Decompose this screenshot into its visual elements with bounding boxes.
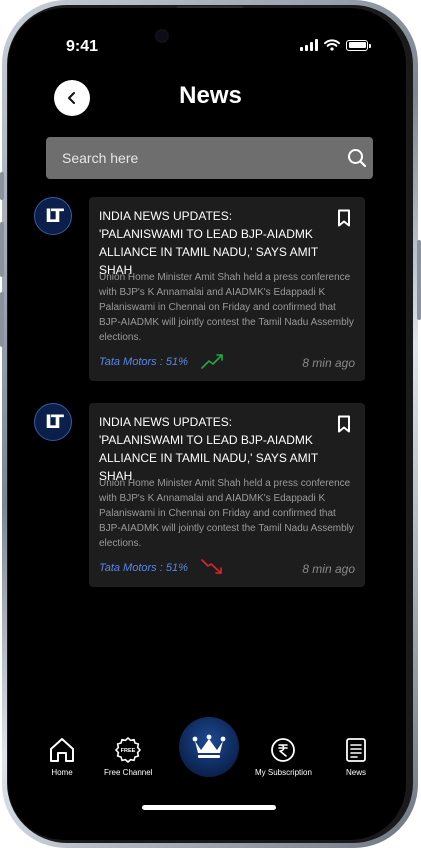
news-title[interactable]: INDIA NEWS UPDATES: 'PALANISWAMI TO LEAD… xyxy=(99,413,319,485)
trend-down-icon xyxy=(201,559,222,574)
front-camera xyxy=(157,31,167,41)
bookmark-icon[interactable] xyxy=(337,209,351,227)
nav-my-subscription-label: My Subscription xyxy=(255,768,312,777)
news-summary: Union Home Minister Amit Shah held a pre… xyxy=(99,478,354,549)
search-bar[interactable]: Search here xyxy=(46,137,373,179)
bookmark-icon[interactable] xyxy=(337,415,351,433)
home-indicator[interactable] xyxy=(142,805,276,810)
volume-down-button xyxy=(0,292,4,347)
nav-free-channel[interactable]: FREE Free Channel xyxy=(104,736,152,777)
stock-ticker[interactable]: Tata Motors : 51% xyxy=(99,356,188,368)
timestamp: 8 min ago xyxy=(302,562,355,576)
lt-logo-icon: LT xyxy=(45,411,64,433)
nav-news[interactable]: News xyxy=(345,736,367,777)
nav-home[interactable]: Home xyxy=(47,736,77,777)
page-title: News xyxy=(179,82,242,109)
nav-my-subscription[interactable]: My Subscription xyxy=(255,736,312,777)
nav-home-label: Home xyxy=(51,768,73,777)
search-input[interactable]: Search here xyxy=(62,150,138,166)
power-button xyxy=(417,240,421,320)
search-icon[interactable] xyxy=(347,148,367,168)
signal-icon xyxy=(300,39,318,51)
status-icons xyxy=(300,39,371,51)
news-summary: Union Home Minister Amit Shah held a pre… xyxy=(99,272,354,343)
nav-free-channel-label: Free Channel xyxy=(104,768,153,777)
crown-icon xyxy=(192,734,226,758)
nav-news-label: News xyxy=(345,768,366,777)
rupee-icon xyxy=(271,738,296,762)
volume-up-button xyxy=(0,222,4,277)
home-icon xyxy=(50,738,74,762)
lt-logo-icon: LT xyxy=(45,205,64,227)
news-title[interactable]: INDIA NEWS UPDATES: 'PALANISWAMI TO LEAD… xyxy=(99,207,319,279)
publisher-logo: LT xyxy=(34,403,72,441)
svg-text:FREE: FREE xyxy=(121,748,136,754)
stock-ticker[interactable]: Tata Motors : 51% xyxy=(99,562,188,574)
news-icon xyxy=(346,738,366,762)
news-card[interactable]: INDIA NEWS UPDATES: 'PALANISWAMI TO LEAD… xyxy=(89,403,365,587)
timestamp: 8 min ago xyxy=(302,356,355,370)
publisher-logo: LT xyxy=(34,197,72,235)
trend-up-icon xyxy=(201,354,223,369)
status-time: 9:41 xyxy=(66,38,99,55)
bottom-nav: Home FREE Free Channel My Subscription N… xyxy=(0,717,421,780)
news-card[interactable]: INDIA NEWS UPDATES: 'PALANISWAMI TO LEAD… xyxy=(89,197,365,381)
premium-crown-button[interactable] xyxy=(179,717,239,777)
mute-switch xyxy=(0,172,4,200)
battery-icon xyxy=(346,39,371,51)
wifi-icon xyxy=(324,39,340,51)
free-badge-icon: FREE xyxy=(115,737,142,763)
